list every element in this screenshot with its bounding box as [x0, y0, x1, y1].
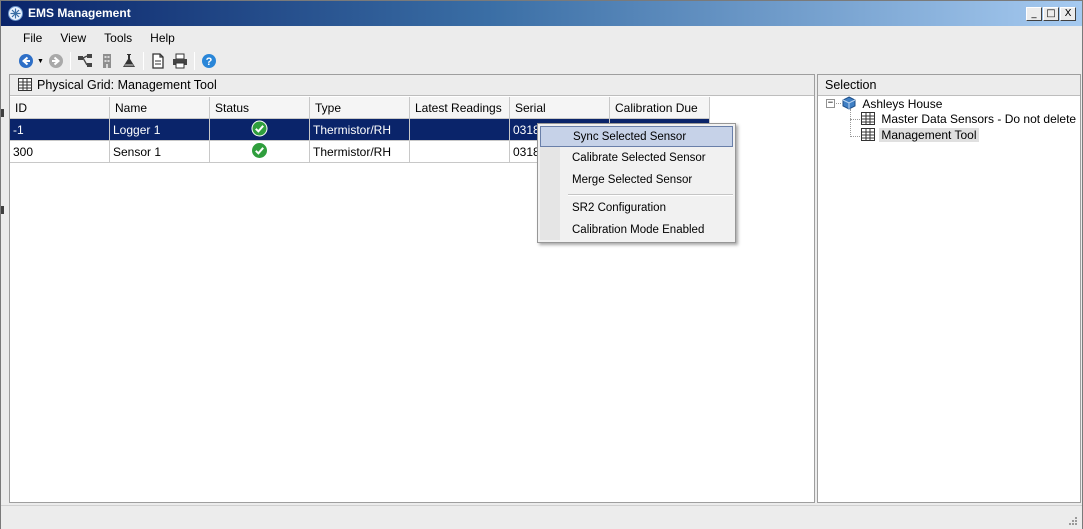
cell-latest-readings[interactable]: [410, 141, 510, 163]
cell-name[interactable]: Sensor 1: [110, 141, 210, 163]
cell-status[interactable]: [210, 119, 310, 141]
tree-line: [850, 136, 860, 137]
minimize-button[interactable]: _: [1026, 7, 1042, 21]
menu-view[interactable]: View: [51, 28, 95, 48]
toolbar-separator: [70, 52, 71, 70]
tree-node-master-data-sensors[interactable]: Master Data Sensors - Do not delete: [861, 112, 1076, 128]
flask-icon[interactable]: [118, 50, 140, 72]
svg-text:?: ?: [206, 56, 213, 68]
building-icon[interactable]: [96, 50, 118, 72]
menu-item-sr2-configuration[interactable]: SR2 Configuration: [540, 198, 733, 219]
tree-node-label: Ashleys House: [862, 97, 943, 111]
house-cube-icon: [842, 96, 856, 113]
column-header-serial[interactable]: Serial: [510, 97, 610, 119]
selection-panel: Selection − Ashleys House Master Data Se…: [817, 74, 1081, 503]
panel-header: Physical Grid: Management Tool: [10, 75, 814, 96]
menu-item-sync-selected-sensor[interactable]: Sync Selected Sensor: [540, 126, 733, 147]
menu-file[interactable]: File: [14, 28, 51, 48]
check-circle-icon: [251, 120, 268, 140]
edge-marker: [1, 206, 4, 214]
resize-grip-icon[interactable]: [1067, 515, 1078, 526]
menu-bar: File View Tools Help: [14, 28, 184, 48]
menu-item-merge-selected-sensor[interactable]: Merge Selected Sensor: [540, 170, 733, 191]
help-icon[interactable]: ?: [198, 50, 220, 72]
network-icon[interactable]: [74, 50, 96, 72]
column-header-name[interactable]: Name: [110, 97, 210, 119]
column-header-calibration-due[interactable]: Calibration Due: [610, 97, 710, 119]
cell-type[interactable]: Thermistor/RH: [310, 141, 410, 163]
tree-node-ashleys-house[interactable]: Ashleys House: [842, 96, 942, 113]
close-button[interactable]: X: [1060, 7, 1076, 21]
dropdown-icon[interactable]: ▼: [37, 58, 45, 65]
menu-item-calibration-mode-enabled[interactable]: Calibration Mode Enabled: [540, 220, 733, 241]
app-window: EMS Management _ □ X File View Tools Hel…: [0, 0, 1083, 529]
grid-icon: [861, 128, 875, 144]
menu-item-calibrate-selected-sensor[interactable]: Calibrate Selected Sensor: [540, 148, 733, 169]
app-logo-icon: [8, 6, 23, 21]
maximize-button[interactable]: □: [1043, 7, 1059, 21]
tree-collapse-toggle[interactable]: −: [826, 99, 835, 108]
check-circle-icon: [251, 142, 268, 162]
panel-header: Selection: [818, 75, 1080, 96]
tree-node-label: Management Tool: [879, 128, 979, 142]
print-icon[interactable]: [169, 50, 191, 72]
grid-icon: [861, 112, 875, 128]
forward-icon[interactable]: [45, 50, 67, 72]
tree-line: [850, 109, 851, 137]
cell-name[interactable]: Logger 1: [110, 119, 210, 141]
toolbar-separator: [143, 52, 144, 70]
column-header-id[interactable]: ID: [10, 97, 110, 119]
cell-status[interactable]: [210, 141, 310, 163]
cell-id[interactable]: -1: [10, 119, 110, 141]
grid-header-row: ID Name Status Type Latest Readings Seri…: [10, 97, 710, 119]
tree-line: [850, 119, 860, 120]
cell-type[interactable]: Thermistor/RH: [310, 119, 410, 141]
toolbar-separator: [194, 52, 195, 70]
cell-id[interactable]: 300: [10, 141, 110, 163]
tree-line: [836, 103, 841, 104]
toolbar: ▼ ?: [15, 49, 220, 73]
panel-title: Selection: [825, 78, 877, 92]
menu-separator: [568, 194, 733, 196]
window-title: EMS Management: [28, 6, 131, 20]
status-bar: [1, 505, 1082, 529]
tree-node-management-tool[interactable]: Management Tool: [861, 128, 979, 144]
column-header-type[interactable]: Type: [310, 97, 410, 119]
edge-marker: [1, 109, 4, 117]
grid-icon: [18, 78, 32, 94]
cell-latest-readings[interactable]: [410, 119, 510, 141]
column-header-status[interactable]: Status: [210, 97, 310, 119]
context-menu: Sync Selected Sensor Calibrate Selected …: [537, 123, 736, 243]
menu-tools[interactable]: Tools: [95, 28, 141, 48]
menu-help[interactable]: Help: [141, 28, 184, 48]
tree-node-label: Master Data Sensors - Do not delete: [881, 112, 1077, 126]
panel-title: Physical Grid: Management Tool: [37, 78, 217, 92]
back-icon[interactable]: [15, 50, 37, 72]
document-icon[interactable]: [147, 50, 169, 72]
column-header-latest-readings[interactable]: Latest Readings: [410, 97, 510, 119]
title-bar[interactable]: EMS Management _ □ X: [1, 1, 1082, 26]
